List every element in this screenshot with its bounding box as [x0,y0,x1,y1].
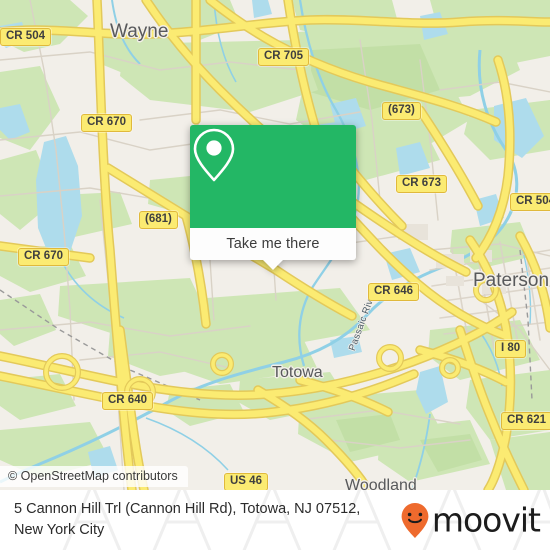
road-shield: US 46 [224,473,268,490]
popup-action-label: Take me there [226,236,320,252]
moovit-pin-icon [401,502,429,538]
moovit-wordmark: moovit [431,500,541,540]
road-shield: CR 670 [81,114,132,132]
map-canvas[interactable]: .park{fill:#CEE6B5;} .parkd{fill:#C2DFA6… [0,0,550,490]
road-shield: CR 621 [501,412,550,430]
map-screen: .park{fill:#CEE6B5;} .parkd{fill:#C2DFA6… [0,0,550,550]
road-shield: CR 504 [510,193,550,211]
road-shield: CR 640 [102,392,153,410]
popup-action-panel[interactable]: Take me there [190,228,356,270]
road-shield: CR 705 [258,48,309,66]
address-line-2: New York City [14,522,105,538]
road-shield: I 80 [495,340,527,358]
map-pin-icon [193,128,235,182]
road-shield: (673) [382,102,421,120]
road-shield: CR 646 [368,283,419,301]
map-attribution[interactable]: © OpenStreetMap contributors [0,466,188,487]
road-shield: CR 670 [18,248,69,266]
footer-bar: 5 Cannon Hill Trl (Cannon Hill Rd), Toto… [0,490,550,550]
address-line-1: 5 Cannon Hill Trl (Cannon Hill Rd), Toto… [14,501,361,517]
moovit-logo[interactable]: moovit [400,500,541,540]
road-shield: CR 673 [396,175,447,193]
popup-tail [262,259,284,270]
take-me-there-popup[interactable]: Take me there [190,125,356,270]
popup-icon-panel [190,125,356,228]
road-shield: (681) [139,211,178,229]
address-text: 5 Cannon Hill Trl (Cannon Hill Rd), Toto… [14,499,360,541]
road-shield: CR 504 [0,28,51,46]
